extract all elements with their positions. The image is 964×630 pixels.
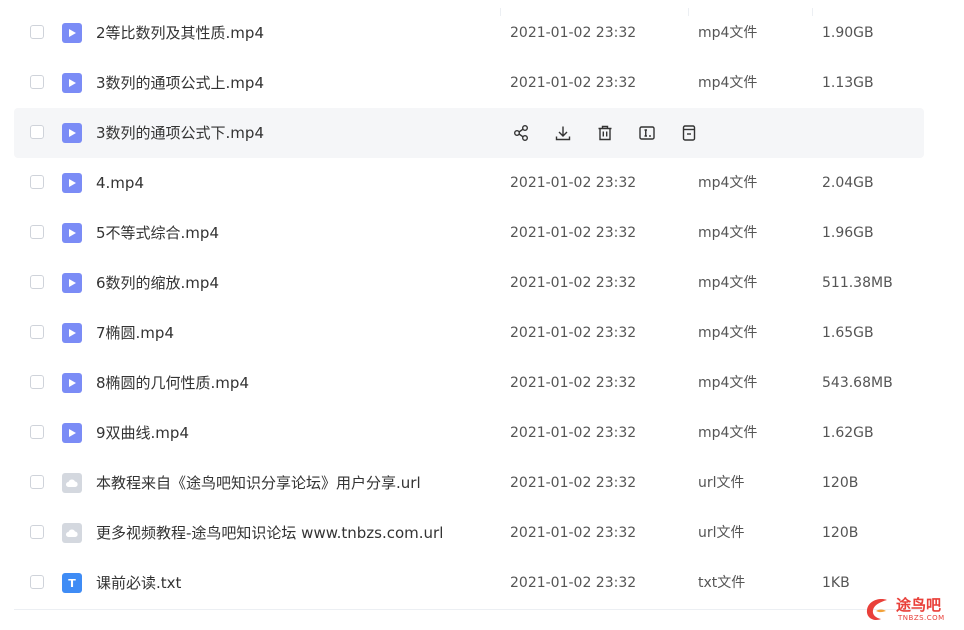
file-row[interactable]: 4.mp4 2021-01-02 23:32 mp4文件 2.04GB — [14, 158, 924, 208]
file-name[interactable]: 6数列的缩放.mp4 — [96, 258, 219, 308]
row-actions — [510, 122, 700, 144]
file-type: mp4文件 — [698, 175, 758, 191]
file-size: 1.65GB — [822, 325, 874, 341]
file-list: 2等比数列及其性质.mp4 2021-01-02 23:32 mp4文件 1.9… — [14, 8, 924, 608]
select-checkbox[interactable] — [30, 25, 44, 39]
video-file-icon — [62, 423, 82, 443]
txt-file-icon: T — [62, 573, 82, 593]
file-type: mp4文件 — [698, 225, 758, 241]
move-icon — [682, 125, 696, 141]
file-row[interactable]: 9双曲线.mp4 2021-01-02 23:32 mp4文件 1.62GB — [14, 408, 924, 458]
file-row[interactable]: T 课前必读.txt 2021-01-02 23:32 txt文件 1KB — [14, 558, 924, 608]
download-button[interactable] — [552, 122, 574, 144]
file-size: 511.38MB — [822, 275, 893, 291]
select-checkbox[interactable] — [30, 325, 44, 339]
file-size: 120B — [822, 475, 859, 491]
file-row[interactable]: 7椭圆.mp4 2021-01-02 23:32 mp4文件 1.65GB — [14, 308, 924, 358]
move-button[interactable] — [678, 122, 700, 144]
file-row[interactable]: 8椭圆的几何性质.mp4 2021-01-02 23:32 mp4文件 543.… — [14, 358, 924, 408]
file-name[interactable]: 课前必读.txt — [96, 558, 181, 608]
file-type: mp4文件 — [698, 325, 758, 341]
list-bottom-divider — [14, 609, 924, 610]
file-row[interactable]: 更多视频教程-途鸟吧知识论坛 www.tnbzs.com.url 2021-01… — [14, 508, 924, 558]
file-type: mp4文件 — [698, 25, 758, 41]
delete-button[interactable] — [594, 122, 616, 144]
file-size: 2.04GB — [822, 175, 874, 191]
file-row[interactable]: 3数列的通项公式上.mp4 2021-01-02 23:32 mp4文件 1.1… — [14, 58, 924, 108]
file-modified-date: 2021-01-02 23:32 — [510, 75, 637, 91]
file-type: url文件 — [698, 475, 745, 491]
file-modified-date: 2021-01-02 23:32 — [510, 275, 637, 291]
url-file-icon — [62, 473, 82, 493]
file-type: mp4文件 — [698, 425, 758, 441]
url-file-icon — [62, 523, 82, 543]
file-name[interactable]: 5不等式综合.mp4 — [96, 208, 219, 258]
file-type: txt文件 — [698, 575, 746, 591]
file-size: 1.62GB — [822, 425, 874, 441]
file-name[interactable]: 3数列的通项公式下.mp4 — [96, 108, 264, 158]
file-row[interactable]: 本教程来自《途鸟吧知识分享论坛》用户分享.url 2021-01-02 23:3… — [14, 458, 924, 508]
file-type: url文件 — [698, 525, 745, 541]
select-checkbox[interactable] — [30, 275, 44, 289]
video-file-icon — [62, 373, 82, 393]
file-type: mp4文件 — [698, 275, 758, 291]
file-modified-date: 2021-01-02 23:32 — [510, 375, 637, 391]
file-size: 1KB — [822, 575, 850, 591]
select-checkbox[interactable] — [30, 425, 44, 439]
select-checkbox[interactable] — [30, 125, 44, 139]
download-icon — [555, 126, 571, 141]
file-modified-date: 2021-01-02 23:32 — [510, 325, 637, 341]
rename-icon — [639, 126, 655, 140]
file-row[interactable]: 5不等式综合.mp4 2021-01-02 23:32 mp4文件 1.96GB — [14, 208, 924, 258]
file-row[interactable]: 2等比数列及其性质.mp4 2021-01-02 23:32 mp4文件 1.9… — [14, 8, 924, 58]
file-modified-date: 2021-01-02 23:32 — [510, 575, 637, 591]
file-name[interactable]: 4.mp4 — [96, 158, 144, 208]
delete-icon — [598, 125, 612, 141]
video-file-icon — [62, 173, 82, 193]
rename-button[interactable] — [636, 122, 658, 144]
select-checkbox[interactable] — [30, 225, 44, 239]
file-modified-date: 2021-01-02 23:32 — [510, 25, 637, 41]
file-size: 1.96GB — [822, 225, 874, 241]
select-checkbox[interactable] — [30, 375, 44, 389]
file-row[interactable]: 6数列的缩放.mp4 2021-01-02 23:32 mp4文件 511.38… — [14, 258, 924, 308]
file-modified-date: 2021-01-02 23:32 — [510, 425, 637, 441]
bird-logo-icon — [866, 599, 887, 620]
share-button[interactable] — [510, 122, 532, 144]
video-file-icon — [62, 223, 82, 243]
video-file-icon — [62, 23, 82, 43]
video-file-icon — [62, 273, 82, 293]
file-type: mp4文件 — [698, 75, 758, 91]
video-file-icon — [62, 123, 82, 143]
watermark-domain: TNBZS.COM — [898, 614, 945, 622]
file-name[interactable]: 3数列的通项公式上.mp4 — [96, 58, 264, 108]
file-row-hovered[interactable]: 3数列的通项公式下.mp4 — [14, 108, 924, 158]
file-size: 543.68MB — [822, 375, 893, 391]
txt-file-glyph: T — [68, 576, 76, 590]
select-checkbox[interactable] — [30, 525, 44, 539]
file-size: 1.13GB — [822, 75, 874, 91]
watermark-site-name: 途鸟吧 — [896, 596, 942, 614]
file-size: 1.90GB — [822, 25, 874, 41]
file-modified-date: 2021-01-02 23:32 — [510, 525, 637, 541]
file-modified-date: 2021-01-02 23:32 — [510, 225, 637, 241]
file-type: mp4文件 — [698, 375, 758, 391]
file-name[interactable]: 8椭圆的几何性质.mp4 — [96, 358, 249, 408]
file-modified-date: 2021-01-02 23:32 — [510, 475, 637, 491]
file-name[interactable]: 9双曲线.mp4 — [96, 408, 189, 458]
video-file-icon — [62, 323, 82, 343]
file-name[interactable]: 本教程来自《途鸟吧知识分享论坛》用户分享.url — [96, 458, 421, 508]
file-name[interactable]: 7椭圆.mp4 — [96, 308, 174, 358]
file-name[interactable]: 2等比数列及其性质.mp4 — [96, 8, 264, 58]
share-icon — [514, 125, 528, 141]
select-checkbox[interactable] — [30, 575, 44, 589]
select-checkbox[interactable] — [30, 75, 44, 89]
file-modified-date: 2021-01-02 23:32 — [510, 175, 637, 191]
select-checkbox[interactable] — [30, 175, 44, 189]
watermark: 途鸟吧 TNBZS.COM — [862, 592, 960, 626]
video-file-icon — [62, 73, 82, 93]
file-name[interactable]: 更多视频教程-途鸟吧知识论坛 www.tnbzs.com.url — [96, 508, 443, 558]
select-checkbox[interactable] — [30, 475, 44, 489]
file-size: 120B — [822, 525, 859, 541]
